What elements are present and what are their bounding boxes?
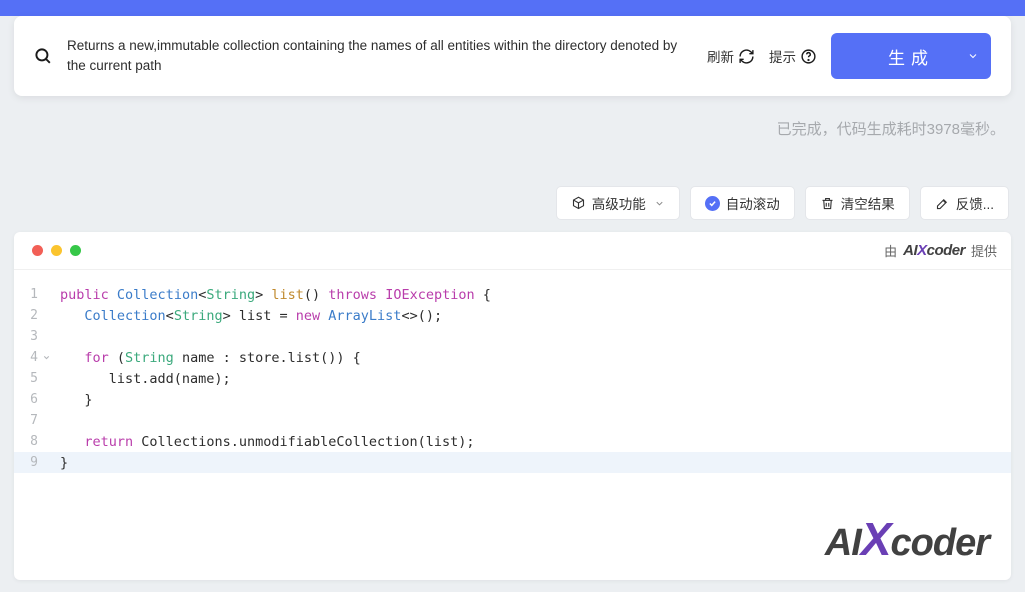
powered-by: 由 AIXcoder 提供 (884, 241, 997, 260)
generate-button[interactable]: 生成 (831, 33, 991, 79)
search-card: Returns a new,immutable collection conta… (14, 16, 1011, 96)
chevron-down-icon (654, 198, 665, 209)
code-content: } (56, 392, 93, 408)
refresh-label: 刷新 (707, 46, 734, 66)
code-content: for (String name : store.list()) { (56, 350, 361, 366)
close-dot[interactable] (32, 245, 43, 256)
trash-icon (820, 196, 835, 211)
advanced-label: 高级功能 (592, 193, 646, 213)
code-line[interactable]: 5 list.add(name); (14, 368, 1011, 389)
line-number: 6 (14, 392, 42, 407)
line-number: 9 (14, 455, 42, 470)
code-body[interactable]: 1 public Collection<String> list() throws… (14, 270, 1011, 473)
brand-logo-small: AIXcoder (903, 242, 965, 259)
pencil-icon (935, 196, 950, 211)
line-number: 7 (14, 413, 42, 428)
toolbar: 高级功能 自动滚动 清空结果 反馈... (556, 186, 1009, 220)
minimize-dot[interactable] (51, 245, 62, 256)
hint-button[interactable]: 提示 (769, 46, 817, 66)
line-number: 2 (14, 308, 42, 323)
code-content: return Collections.unmodifiableCollectio… (56, 434, 475, 450)
search-icon (34, 47, 53, 66)
feedback-label: 反馈... (956, 193, 994, 213)
autoscroll-label: 自动滚动 (726, 193, 780, 213)
code-card: 由 AIXcoder 提供 1 public Collection<String>… (14, 232, 1011, 580)
clear-button[interactable]: 清空结果 (805, 186, 910, 220)
window-controls (32, 245, 81, 256)
code-line[interactable]: 4 for (String name : store.list()) { (14, 347, 1011, 368)
advanced-button[interactable]: 高级功能 (556, 186, 680, 220)
line-number: 8 (14, 434, 42, 449)
fold-gutter[interactable] (42, 353, 56, 362)
cube-icon (571, 196, 586, 211)
code-line[interactable]: 6 } (14, 389, 1011, 410)
refresh-icon (738, 48, 755, 65)
line-number: 5 (14, 371, 42, 386)
line-number: 1 (14, 287, 42, 302)
code-line[interactable]: 1 public Collection<String> list() throws… (14, 284, 1011, 305)
code-line[interactable]: 8 return Collections.unmodifiableCollect… (14, 431, 1011, 452)
generate-label: 生成 (888, 44, 934, 69)
brand-watermark: AIXcoder (825, 512, 989, 566)
query-text[interactable]: Returns a new,immutable collection conta… (67, 36, 693, 77)
code-line[interactable]: 3 (14, 326, 1011, 347)
code-line[interactable]: 7 (14, 410, 1011, 431)
header-band (0, 0, 1025, 16)
status-text: 已完成，代码生成耗时3978毫秒。 (777, 118, 1005, 139)
line-number: 3 (14, 329, 42, 344)
powered-prefix: 由 (884, 241, 897, 260)
code-line[interactable]: 9} (14, 452, 1011, 473)
autoscroll-button[interactable]: 自动滚动 (690, 186, 795, 220)
code-content: list.add(name); (56, 371, 231, 387)
hint-label: 提示 (769, 46, 796, 66)
clear-label: 清空结果 (841, 193, 895, 213)
line-number: 4 (14, 350, 42, 365)
chevron-down-icon (967, 50, 979, 62)
powered-suffix: 提供 (971, 241, 997, 260)
feedback-button[interactable]: 反馈... (920, 186, 1009, 220)
code-content: } (56, 455, 68, 471)
check-icon (705, 196, 720, 211)
code-line[interactable]: 2 Collection<String> list = new ArrayLis… (14, 305, 1011, 326)
code-content: Collection<String> list = new ArrayList<… (56, 308, 442, 324)
code-content: public Collection<String> list() throws … (56, 287, 491, 303)
question-icon (800, 48, 817, 65)
refresh-button[interactable]: 刷新 (707, 46, 755, 66)
code-header: 由 AIXcoder 提供 (14, 232, 1011, 270)
maximize-dot[interactable] (70, 245, 81, 256)
